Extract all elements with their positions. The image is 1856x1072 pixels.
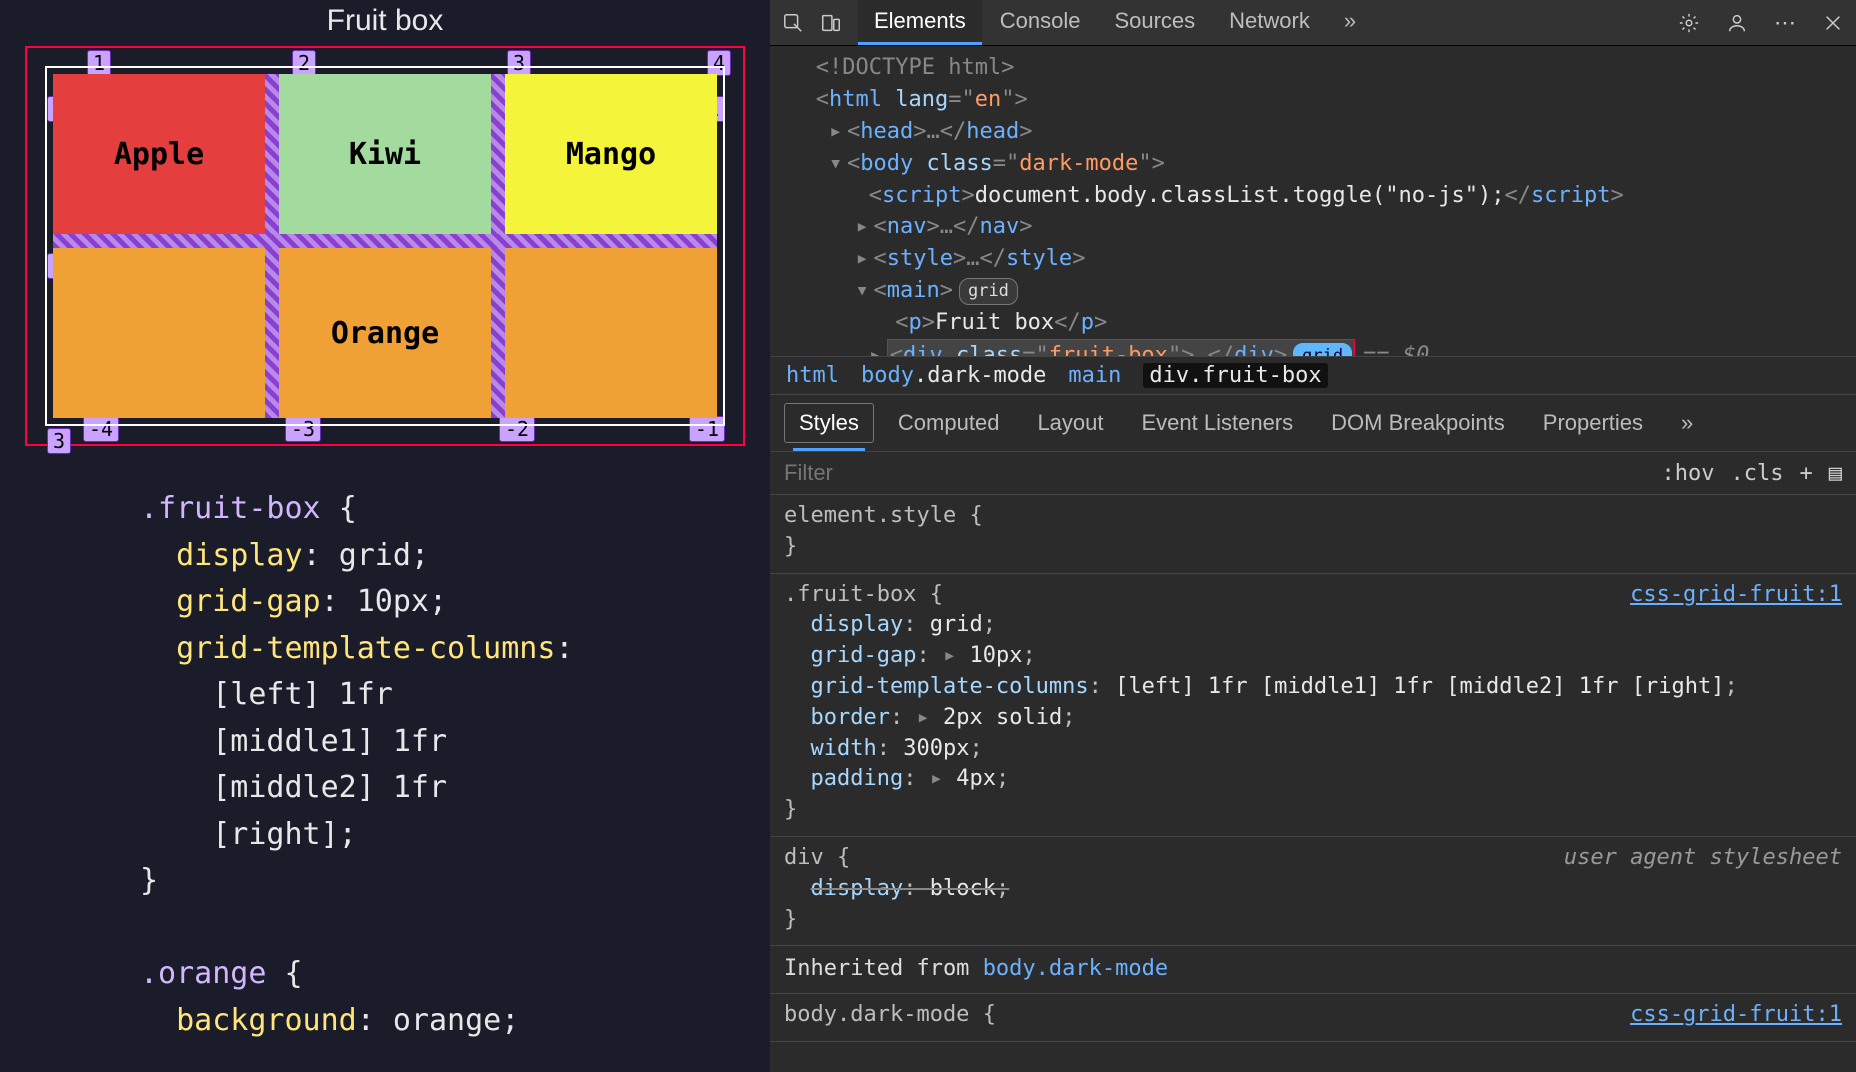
subtab-properties[interactable]: Properties [1529, 404, 1657, 442]
inherited-from-row: Inherited from body.dark-mode [770, 946, 1856, 994]
breadcrumb: html body.dark-mode main div.fruit-box [770, 356, 1856, 395]
crumb-selected[interactable]: div.fruit-box [1143, 363, 1327, 388]
subtab-dom-breakpoints[interactable]: DOM Breakpoints [1317, 404, 1519, 442]
user-agent-label: user agent stylesheet [1564, 843, 1842, 874]
grid-cell-kiwi: Kiwi [279, 74, 491, 234]
grid-cell-apple: Apple [53, 74, 265, 234]
subtab-styles[interactable]: Styles [784, 403, 874, 443]
device-toolbar-icon[interactable] [814, 6, 848, 40]
grid-row-badge: 3 [47, 428, 71, 454]
toggle-sidebar-icon[interactable]: ▤ [1829, 461, 1842, 486]
subtab-layout[interactable]: Layout [1023, 404, 1117, 442]
subtab-event-listeners[interactable]: Event Listeners [1128, 404, 1308, 442]
close-icon[interactable] [1816, 6, 1850, 40]
crumb-html[interactable]: html [786, 363, 839, 388]
tabs-overflow-icon[interactable]: » [1328, 0, 1372, 45]
grid-gap-overlay [53, 234, 717, 248]
crumb-main[interactable]: main [1068, 363, 1121, 388]
source-link[interactable]: css-grid-fruit:1 [1630, 580, 1842, 611]
inherited-from-link[interactable]: body.dark-mode [983, 956, 1168, 981]
grid-overlay-highlight: 1 2 3 4 1 2 3 -1 -4 -3 -2 -1 Apple Kiwi … [25, 46, 745, 446]
rule-element-style[interactable]: element.style { } [770, 495, 1856, 574]
subtab-computed[interactable]: Computed [884, 404, 1014, 442]
gear-icon[interactable] [1672, 6, 1706, 40]
styles-filter-row: :hov .cls + ▤ [770, 452, 1856, 495]
tab-elements[interactable]: Elements [858, 0, 982, 45]
grid-cell-mango: Mango [505, 74, 717, 234]
grid-badge[interactable]: grid [959, 278, 1018, 305]
elements-tree[interactable]: <!DOCTYPE html> <html lang="en"> ▸<head>… [770, 46, 1856, 356]
tab-sources[interactable]: Sources [1098, 0, 1211, 45]
tab-console[interactable]: Console [984, 0, 1097, 45]
page-title: Fruit box [327, 4, 444, 38]
rule-body-dark-mode[interactable]: css-grid-fruit:1 body.dark-mode { [770, 994, 1856, 1042]
new-rule-button[interactable]: + [1800, 461, 1813, 486]
css-code-sample: .fruit-box { display: grid; grid-gap: 10… [0, 446, 770, 1044]
devtools-pane: Elements Console Sources Network » ⋯ <!D… [770, 0, 1856, 1072]
grid-cell-orange: Orange [53, 248, 717, 418]
dollar-zero-hint: == $0 [1363, 343, 1429, 356]
styles-rules[interactable]: element.style { } css-grid-fruit:1 .frui… [770, 495, 1856, 1072]
devtools-toolbar: Elements Console Sources Network » ⋯ [770, 0, 1856, 46]
styles-filter-input[interactable] [784, 460, 1646, 486]
hov-toggle[interactable]: :hov [1662, 461, 1715, 486]
user-icon[interactable] [1720, 6, 1754, 40]
selected-element[interactable]: <div class="fruit-box">…</div>grid [887, 339, 1355, 356]
rule-fruit-box[interactable]: css-grid-fruit:1 .fruit-box { display: g… [770, 574, 1856, 837]
page-preview-pane: Fruit box 1 2 3 4 1 2 3 -1 -4 -3 -2 -1 A… [0, 0, 770, 1072]
source-link[interactable]: css-grid-fruit:1 [1630, 1000, 1842, 1031]
grid-badge-on[interactable]: grid [1293, 343, 1352, 356]
crumb-body[interactable]: body.dark-mode [861, 363, 1046, 388]
subtabs-overflow-icon[interactable]: » [1667, 404, 1707, 442]
inspect-icon[interactable] [776, 6, 810, 40]
cls-toggle[interactable]: .cls [1731, 461, 1784, 486]
fruit-box-grid: Apple Kiwi Mango Orange [53, 74, 717, 418]
rule-div-ua[interactable]: user agent stylesheet div { display: blo… [770, 837, 1856, 946]
kebab-menu-icon[interactable]: ⋯ [1768, 10, 1802, 36]
styles-subtabs: Styles Computed Layout Event Listeners D… [770, 395, 1856, 452]
tab-network[interactable]: Network [1213, 0, 1326, 45]
